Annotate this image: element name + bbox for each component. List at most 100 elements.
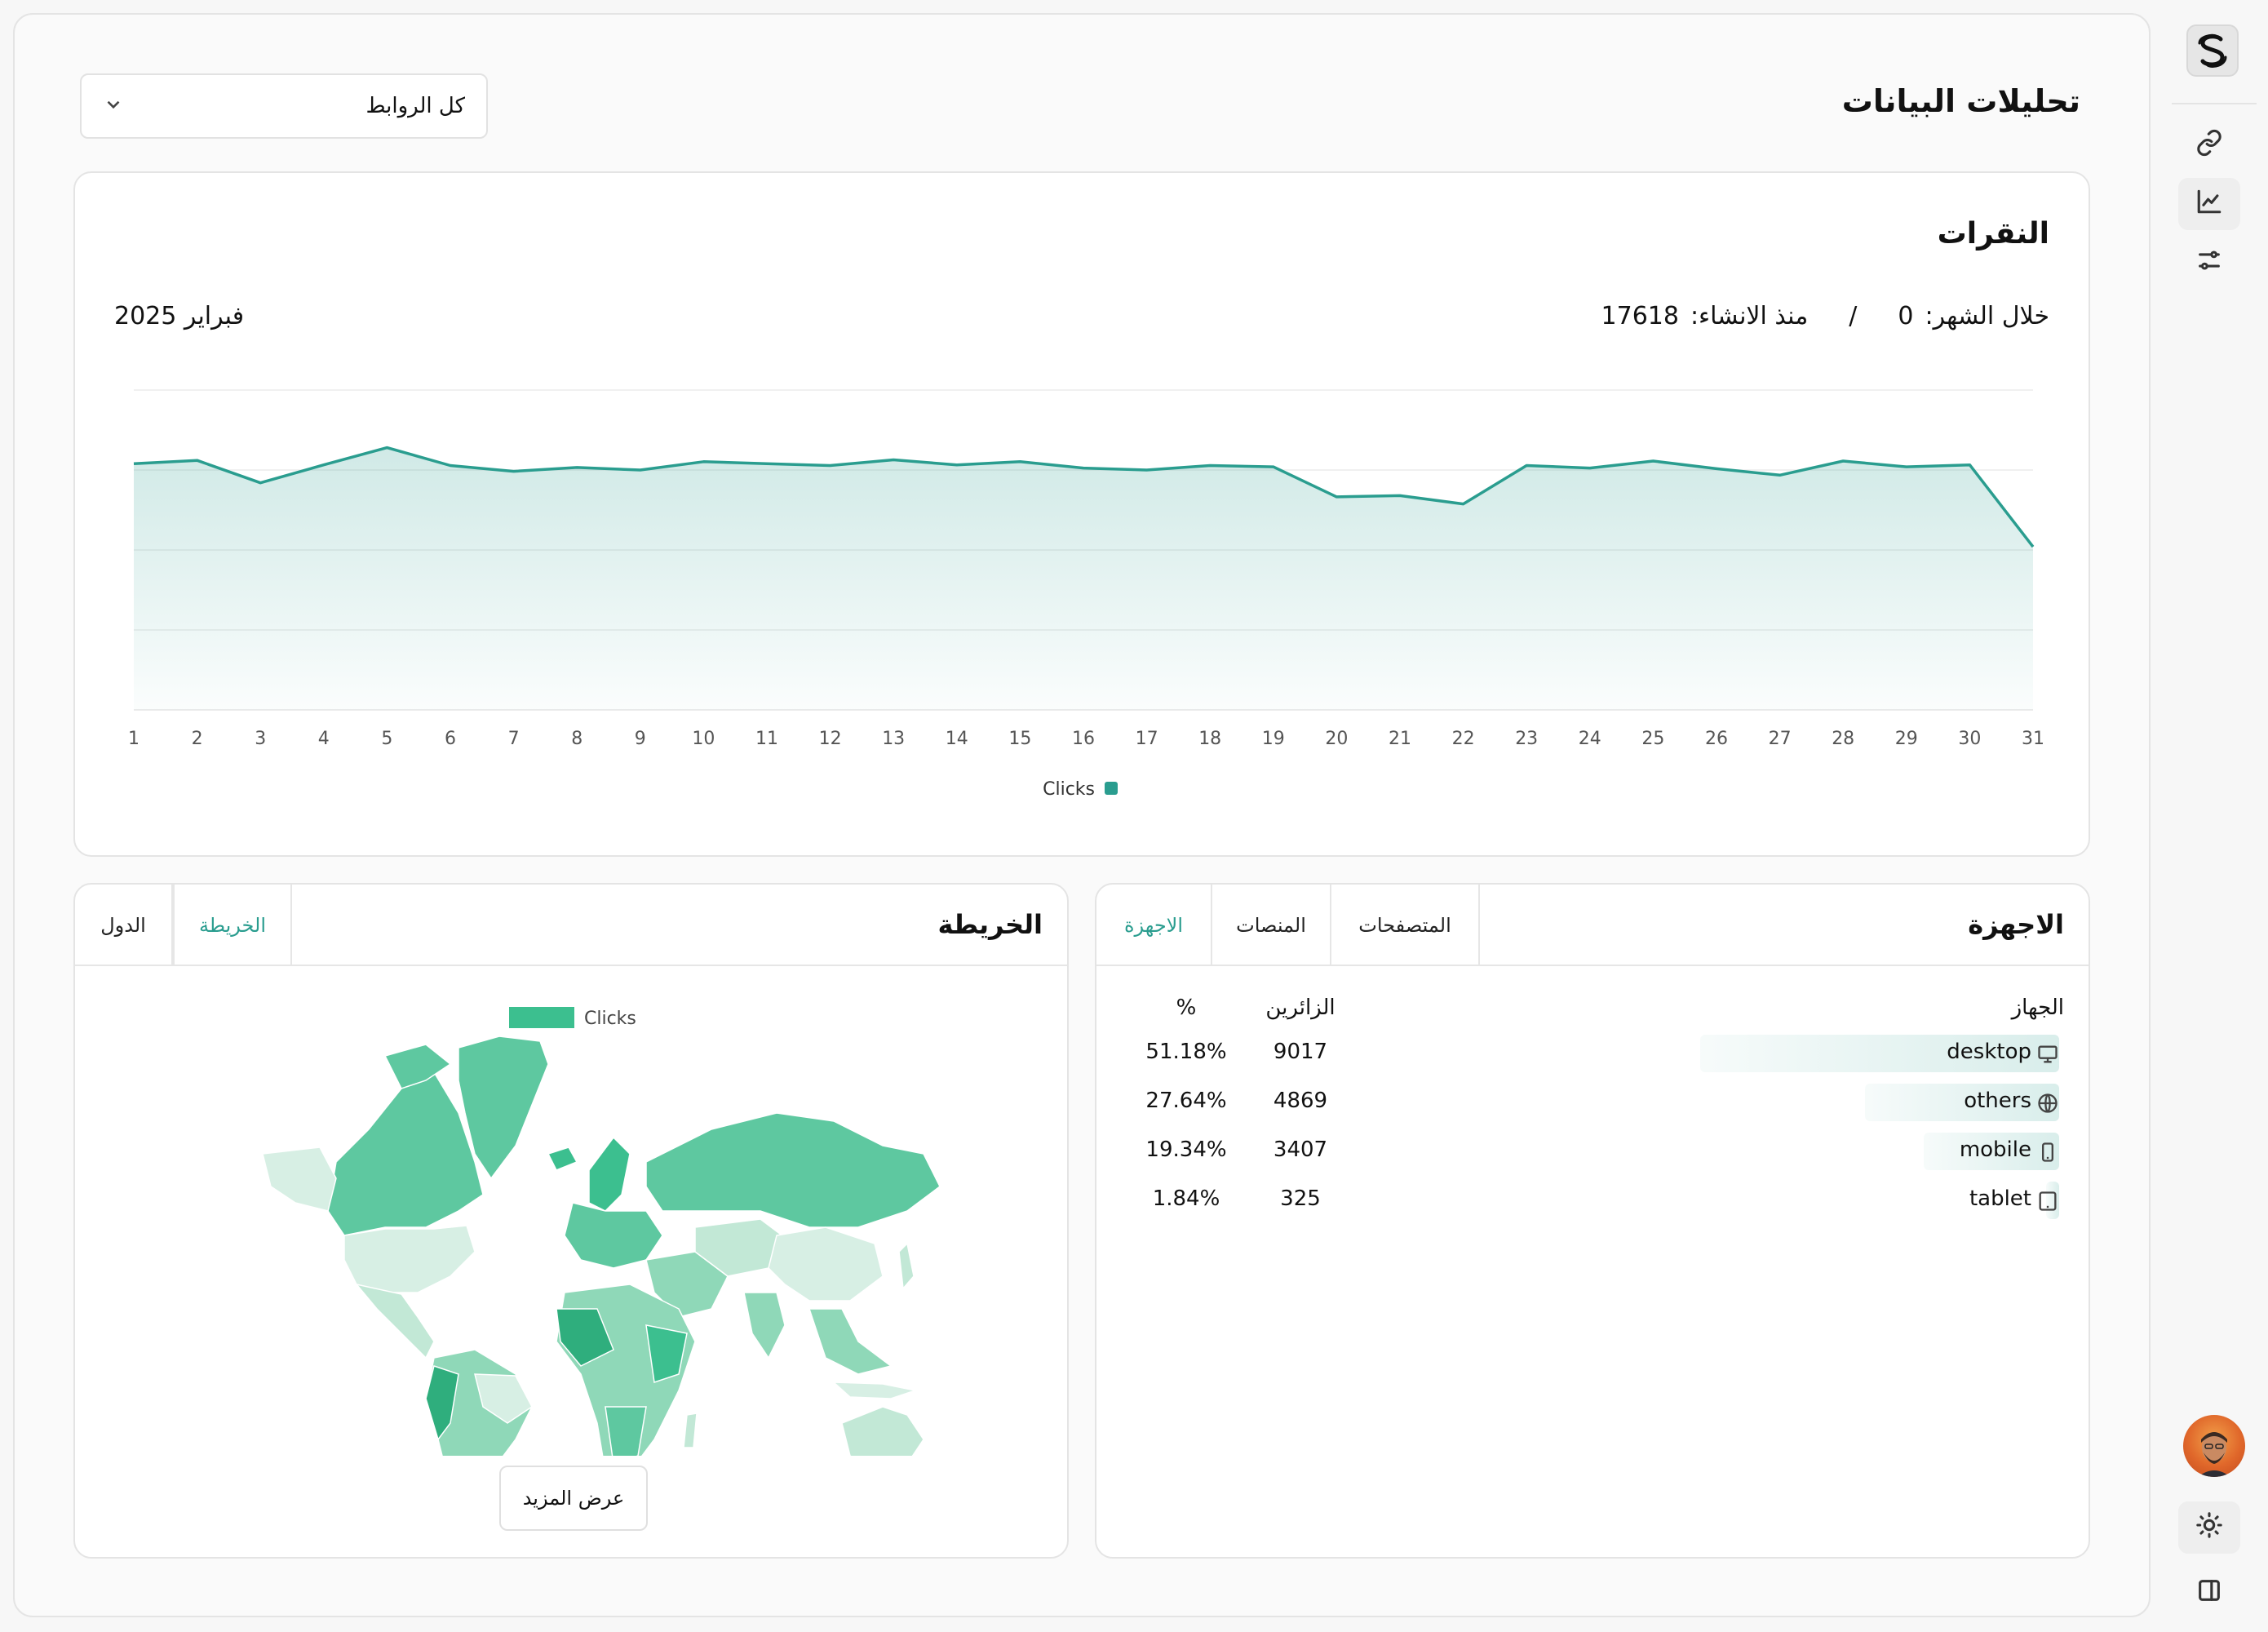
user-avatar[interactable] <box>2183 1415 2245 1477</box>
x-tick-label: 23 <box>1515 729 1538 749</box>
avatar-image <box>2198 1432 2230 1477</box>
tab-devices[interactable]: الاجهزة <box>1096 885 1211 966</box>
column-header-percent: % <box>1176 996 1197 1020</box>
map-card: الخريطة الخريطة الدول Clicks عرض المزيد <box>73 883 1069 1559</box>
column-header-visitors: الزائرين <box>1265 996 1336 1020</box>
x-tick-label: 29 <box>1895 729 1918 749</box>
globe-icon <box>2036 1092 2059 1115</box>
x-tick-label: 19 <box>1262 729 1285 749</box>
chart-legend: Clicks <box>1043 779 1118 800</box>
map-region-southeast-asia <box>808 1308 893 1375</box>
logo-icon <box>2198 33 2227 69</box>
x-tick-label: 3 <box>255 729 266 749</box>
chevron-down-icon <box>103 94 124 118</box>
map-region-canada <box>327 1071 484 1236</box>
devices-card: الاجهزة الاجهزة المنصات المتصفحات الجهاز… <box>1095 883 2090 1559</box>
table-row[interactable]: others 4869 27.64% <box>1096 1084 2089 1124</box>
x-tick-label: 22 <box>1452 729 1475 749</box>
map-region-china <box>768 1226 884 1302</box>
device-visitors: 4869 <box>1273 1089 1328 1113</box>
map-region-usa <box>343 1225 476 1293</box>
tab-browsers[interactable]: المتصفحات <box>1330 885 1478 966</box>
map-region-indonesia <box>831 1381 918 1399</box>
x-tick-label: 25 <box>1641 729 1664 749</box>
links-select[interactable]: كل الروابط <box>80 73 488 139</box>
sun-icon <box>2195 1511 2223 1545</box>
x-tick-label: 17 <box>1136 729 1158 749</box>
column-header-device: الجهاز <box>2011 996 2064 1020</box>
toggle-panel-button[interactable] <box>2178 1567 2240 1619</box>
devices-card-header: الاجهزة الاجهزة المنصات المتصفحات <box>1096 885 2089 966</box>
theme-toggle-button[interactable] <box>2178 1501 2240 1554</box>
sidebar-item-links[interactable] <box>2178 119 2240 171</box>
clicks-chart: 1 2 3 4 5 6 7 8 9 10 11 12 13 14 15 16 17 18 19 20 21 22 23 24 2… <box>128 389 2044 800</box>
x-tick-label: 30 <box>1958 729 1981 749</box>
tablet-icon <box>2036 1190 2059 1213</box>
device-name: others <box>1964 1089 2031 1113</box>
device-name: mobile <box>1959 1138 2031 1162</box>
tab-map[interactable]: الخريطة <box>173 885 290 966</box>
x-tick-label: 20 <box>1325 729 1348 749</box>
device-visitors: 3407 <box>1273 1138 1328 1162</box>
sidebar-item-settings[interactable] <box>2178 237 2240 289</box>
x-tick-label: 9 <box>635 729 646 749</box>
x-tick-label: 15 <box>1008 729 1031 749</box>
tab-divider <box>1478 885 1480 966</box>
x-tick-label: 14 <box>946 729 968 749</box>
legend-label: Clicks <box>1043 779 1095 800</box>
x-tick-label: 27 <box>1769 729 1792 749</box>
x-tick-label: 31 <box>2022 729 2044 749</box>
device-percent: 19.34% <box>1145 1138 1227 1162</box>
map-legend-label: Clicks <box>584 1009 636 1029</box>
app-logo[interactable] <box>2186 24 2239 77</box>
x-tick-label: 28 <box>1832 729 1854 749</box>
map-region-scandinavia <box>588 1136 631 1212</box>
sidebar <box>2160 0 2268 1632</box>
x-tick-label: 6 <box>445 729 456 749</box>
x-tick-label: 12 <box>819 729 842 749</box>
tab-divider <box>290 885 292 966</box>
x-tick-label: 7 <box>508 729 520 749</box>
x-tick-label: 16 <box>1072 729 1095 749</box>
sidebar-divider <box>2172 103 2257 104</box>
map-region-japan <box>898 1242 915 1290</box>
show-more-button[interactable]: عرض المزيد <box>499 1466 648 1531</box>
device-name: desktop <box>1947 1040 2031 1064</box>
x-tick-label: 13 <box>882 729 905 749</box>
map-region-europe <box>564 1202 663 1269</box>
tab-countries[interactable]: الدول <box>75 885 173 966</box>
table-row[interactable]: tablet 325 1.84% <box>1096 1182 2089 1222</box>
x-tick-label: 2 <box>192 729 203 749</box>
x-tick-label: 24 <box>1579 729 1601 749</box>
map-region-russia <box>645 1112 941 1228</box>
map-region-mexico <box>355 1283 435 1359</box>
device-visitors: 325 <box>1280 1186 1321 1211</box>
legend-swatch <box>1105 782 1118 795</box>
table-row[interactable]: mobile 3407 19.34% <box>1096 1133 2089 1173</box>
x-tick-label: 18 <box>1198 729 1221 749</box>
map-legend-swatch <box>509 1007 574 1028</box>
sliders-icon <box>2195 246 2223 280</box>
device-percent: 1.84% <box>1152 1186 1220 1211</box>
sidebar-item-analytics[interactable] <box>2178 178 2240 230</box>
phone-icon <box>2036 1141 2059 1164</box>
x-tick-label: 8 <box>571 729 583 749</box>
table-row[interactable]: desktop 9017 51.18% <box>1096 1035 2089 1075</box>
tab-platforms[interactable]: المنصات <box>1211 885 1330 966</box>
panel-icon <box>2195 1577 2223 1610</box>
x-tick-label: 26 <box>1705 729 1728 749</box>
x-tick-label: 5 <box>381 729 392 749</box>
x-tick-label: 1 <box>128 729 140 749</box>
clicks-card: النقرات خلال الشهر: 0 / منذ الانشاء: 176… <box>73 171 2090 857</box>
map-region-iceland <box>547 1146 578 1171</box>
link-icon <box>2195 129 2223 162</box>
map-region-alaska <box>262 1146 337 1212</box>
device-percent: 27.64% <box>1145 1089 1227 1113</box>
page-title: تحليلات البيانات <box>1841 83 2080 119</box>
links-select-value: كل الروابط <box>365 94 465 118</box>
map-region-india <box>743 1292 786 1359</box>
x-tick-label: 21 <box>1389 729 1411 749</box>
map-card-title: الخريطة <box>937 909 1043 940</box>
monitor-icon <box>2036 1043 2059 1066</box>
x-tick-label: 11 <box>755 729 778 749</box>
